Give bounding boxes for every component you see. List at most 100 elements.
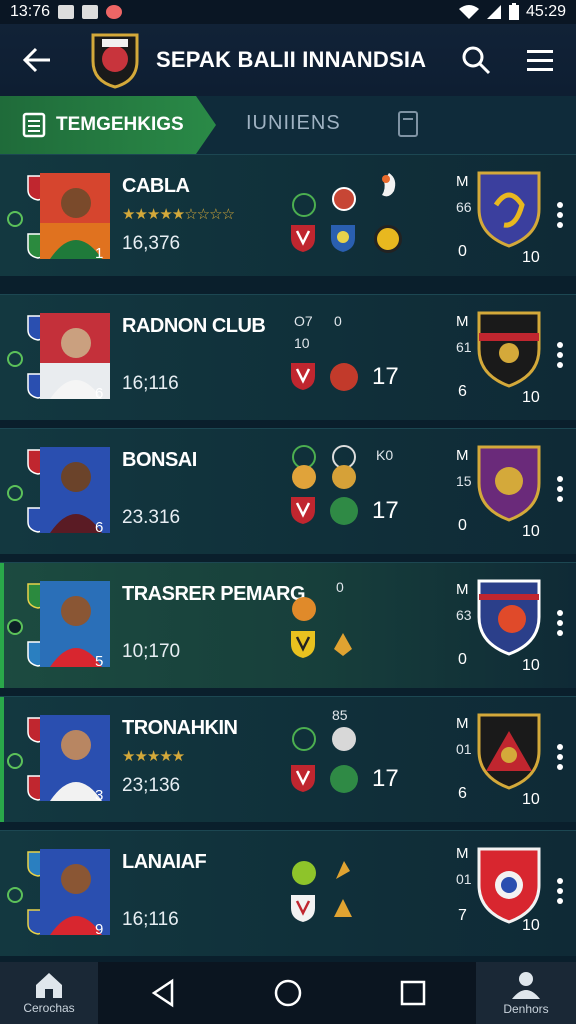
club-shield-icon bbox=[291, 225, 315, 252]
points-value: 23;136 bbox=[122, 775, 181, 796]
page-title: SEPAK BALII INNANDSIA bbox=[156, 47, 427, 72]
select-radio[interactable] bbox=[7, 211, 23, 227]
stat-a3: 10 bbox=[294, 335, 310, 351]
games-value: 10 bbox=[522, 917, 540, 934]
club-shield-icon bbox=[291, 497, 315, 524]
club-crest bbox=[477, 713, 541, 790]
stat-a1: 85 bbox=[332, 707, 348, 723]
tab-second[interactable]: IUNIIENS bbox=[246, 112, 341, 135]
form-value: 17 bbox=[372, 363, 399, 390]
select-radio[interactable] bbox=[7, 351, 23, 367]
club-name: TRONAHKIN bbox=[122, 717, 238, 739]
mascot-icon bbox=[382, 173, 396, 197]
rank-number: 6 bbox=[95, 385, 104, 402]
stat-icon bbox=[336, 861, 350, 879]
club-shield-icon bbox=[291, 363, 315, 390]
system-back-icon[interactable] bbox=[148, 978, 178, 1008]
list-item[interactable]: 1 CABLA ★★★★★☆☆☆☆ 16,376 M 66 0 10 bbox=[0, 154, 576, 276]
games-value: 10 bbox=[522, 791, 540, 808]
list-item[interactable]: 6 RADNON CLUB 16;116 O7 0 10 17 M 61 6 1… bbox=[0, 294, 576, 420]
tab-third-icon[interactable] bbox=[396, 110, 420, 138]
more-icon[interactable] bbox=[556, 743, 564, 771]
club-name: CABLA bbox=[122, 175, 190, 197]
select-radio[interactable] bbox=[7, 753, 23, 769]
league-logo bbox=[91, 33, 139, 89]
status-bar: 13:76 45:29 bbox=[0, 0, 576, 24]
draws-value: 0 bbox=[458, 243, 467, 260]
nav-profile[interactable]: Denhors bbox=[476, 962, 576, 1024]
col-m: M bbox=[456, 715, 469, 732]
list-item[interactable]: 3 TRONAHKIN ★★★★★ 23;136 85 17 M 01 6 10 bbox=[0, 696, 576, 822]
club-shield-icon bbox=[330, 363, 358, 391]
club-name: TRASRER PEMARG bbox=[122, 583, 306, 605]
col-m2: 63 bbox=[456, 607, 472, 623]
status-right-time: 45:29 bbox=[525, 3, 566, 20]
form-value: 17 bbox=[372, 497, 399, 524]
rank-number: 1 bbox=[95, 245, 104, 262]
stat-icon bbox=[292, 861, 316, 885]
nav-profile-label: Denhors bbox=[503, 1002, 549, 1016]
stat-icon bbox=[332, 187, 356, 211]
stat-icon bbox=[292, 727, 316, 751]
nav-home-label: Cerochas bbox=[23, 1001, 75, 1015]
col-m: M bbox=[456, 581, 469, 598]
club-name: LANAIAF bbox=[122, 851, 207, 873]
club-crest bbox=[477, 579, 541, 656]
back-button[interactable] bbox=[0, 24, 74, 96]
stat-icon bbox=[292, 597, 316, 621]
col-m: M bbox=[456, 447, 469, 464]
tab-standings[interactable]: TEMGEHKIGS bbox=[0, 96, 216, 154]
more-icon[interactable] bbox=[556, 201, 564, 229]
games-value: 10 bbox=[522, 523, 540, 540]
club-shield-icon bbox=[331, 225, 355, 252]
col-m: M bbox=[456, 173, 469, 190]
stat-a1: K0 bbox=[376, 447, 394, 463]
more-icon[interactable] bbox=[556, 341, 564, 369]
list-item[interactable]: 9 LANAIAF 16;116 M 01 7 10 bbox=[0, 830, 576, 956]
list-item[interactable]: 6 BONSAI 23.316 K0 17 M 15 0 10 bbox=[0, 428, 576, 554]
stat-icon bbox=[332, 727, 356, 751]
col-m: M bbox=[456, 313, 469, 330]
games-value: 10 bbox=[522, 657, 540, 674]
tab-standings-label: TEMGEHKIGS bbox=[56, 114, 184, 135]
points-value: 16,376 bbox=[122, 233, 181, 254]
more-icon[interactable] bbox=[556, 475, 564, 503]
club-name: RADNON CLUB bbox=[122, 315, 266, 337]
system-home-icon[interactable] bbox=[273, 978, 303, 1008]
col-m2: 61 bbox=[456, 339, 472, 355]
system-recents-icon[interactable] bbox=[398, 978, 428, 1008]
select-radio[interactable] bbox=[7, 887, 23, 903]
stat-a1: O7 bbox=[294, 313, 313, 329]
games-value: 10 bbox=[522, 389, 540, 406]
club-shield-icon bbox=[291, 631, 315, 658]
club-crest bbox=[477, 445, 541, 522]
home-icon bbox=[36, 973, 62, 998]
list-item[interactable]: 5 TRASRER PEMARG 10;170 0 M 63 0 10 bbox=[0, 562, 576, 688]
select-radio[interactable] bbox=[7, 619, 23, 635]
stat-a2: 0 bbox=[334, 313, 342, 329]
list-icon bbox=[22, 112, 46, 138]
nav-home[interactable]: Cerochas bbox=[0, 962, 98, 1024]
draws-value: 6 bbox=[458, 785, 467, 802]
media-icon bbox=[106, 5, 123, 19]
games-value: 10 bbox=[522, 249, 540, 266]
form-value: 17 bbox=[372, 765, 399, 792]
club-shield-icon bbox=[334, 633, 352, 656]
club-name: BONSAI bbox=[122, 449, 197, 471]
select-radio[interactable] bbox=[7, 485, 23, 501]
stat-icon bbox=[292, 193, 316, 217]
points-value: 16;116 bbox=[122, 909, 179, 930]
search-icon[interactable] bbox=[460, 44, 492, 76]
more-icon[interactable] bbox=[556, 877, 564, 905]
status-right: 45:29 bbox=[458, 3, 566, 21]
notification-icon bbox=[58, 5, 75, 19]
tab-bar: TEMGEHKIGS IUNIIENS bbox=[0, 96, 576, 154]
rank-number: 9 bbox=[95, 921, 104, 938]
menu-icon[interactable] bbox=[524, 44, 556, 76]
rank-number: 3 bbox=[95, 787, 104, 804]
stat-icon bbox=[292, 465, 316, 489]
more-icon[interactable] bbox=[556, 609, 564, 637]
club-crest bbox=[477, 311, 541, 388]
draws-value: 0 bbox=[458, 651, 467, 668]
arrow-left-icon bbox=[22, 47, 50, 73]
